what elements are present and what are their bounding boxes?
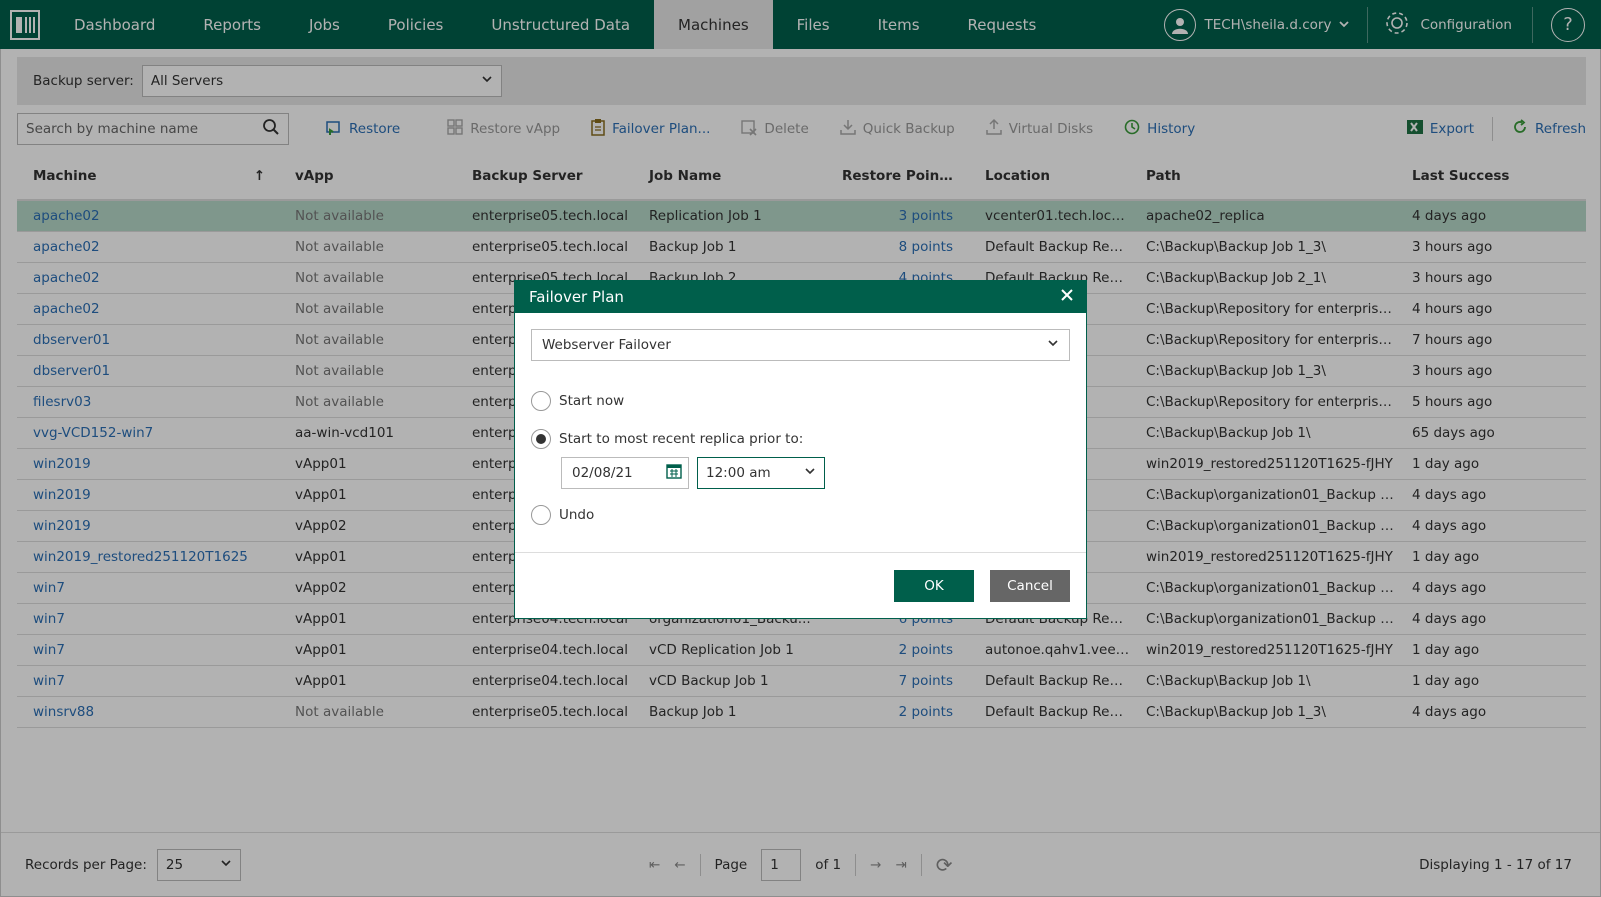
undo-radio[interactable]: [531, 505, 551, 525]
start-now-label: Start now: [559, 393, 625, 409]
close-icon[interactable]: [1060, 288, 1074, 306]
failover-plan-dialog: Failover Plan Webserver Failover Start n…: [514, 280, 1087, 619]
date-time-row: 02/08/21 12:00 am: [561, 457, 1070, 489]
dialog-title: Failover Plan: [529, 288, 624, 306]
start-now-option[interactable]: Start now: [531, 391, 1070, 411]
dialog-footer: OK Cancel: [515, 552, 1086, 618]
dialog-titlebar: Failover Plan: [515, 281, 1086, 313]
date-input[interactable]: 02/08/21: [561, 457, 689, 489]
start-recent-option[interactable]: Start to most recent replica prior to:: [531, 429, 1070, 449]
time-select[interactable]: 12:00 am: [697, 457, 825, 489]
date-value: 02/08/21: [572, 465, 633, 481]
start-recent-label: Start to most recent replica prior to:: [559, 431, 804, 447]
failover-plan-select[interactable]: Webserver Failover: [531, 329, 1070, 361]
time-value: 12:00 am: [706, 465, 771, 481]
start-recent-radio[interactable]: [531, 429, 551, 449]
start-now-radio[interactable]: [531, 391, 551, 411]
ok-button[interactable]: OK: [894, 569, 974, 602]
dialog-body: Webserver Failover Start now Start to mo…: [515, 313, 1086, 525]
radio-selected-dot: [536, 434, 546, 444]
cancel-button[interactable]: Cancel: [990, 569, 1070, 602]
failover-plan-value: Webserver Failover: [542, 337, 671, 353]
calendar-icon[interactable]: [666, 463, 682, 483]
chevron-down-icon: [804, 465, 816, 481]
undo-option[interactable]: Undo: [531, 505, 1070, 525]
undo-label: Undo: [559, 507, 595, 523]
chevron-down-icon: [1047, 337, 1059, 353]
